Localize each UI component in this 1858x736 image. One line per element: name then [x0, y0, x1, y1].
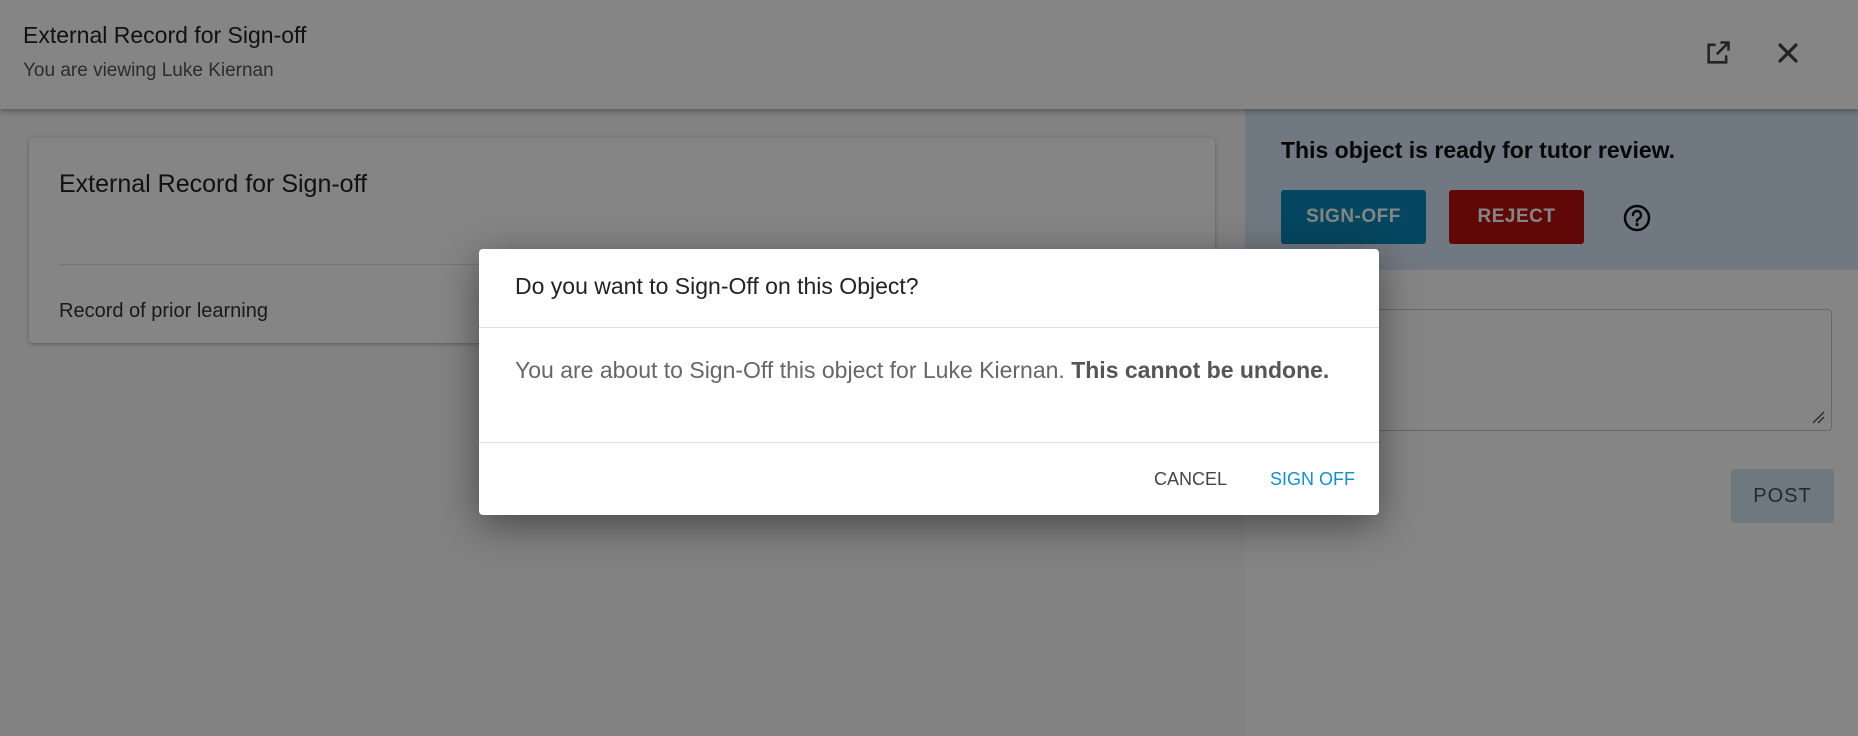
confirm-dialog: Do you want to Sign-Off on this Object? …: [479, 249, 1379, 515]
cancel-button[interactable]: CANCEL: [1144, 459, 1237, 499]
dialog-warning: This cannot be undone.: [1071, 357, 1330, 383]
app: External Record for Sign-off You are vie…: [0, 0, 1858, 736]
dialog-body-text: You are about to Sign-Off this object fo…: [515, 357, 1065, 383]
dialog-body: You are about to Sign-Off this object fo…: [515, 357, 1329, 384]
confirm-sign-off-button[interactable]: SIGN OFF: [1260, 459, 1365, 499]
dialog-divider: [479, 327, 1379, 328]
dialog-title: Do you want to Sign-Off on this Object?: [515, 273, 919, 299]
dialog-divider: [479, 442, 1379, 443]
